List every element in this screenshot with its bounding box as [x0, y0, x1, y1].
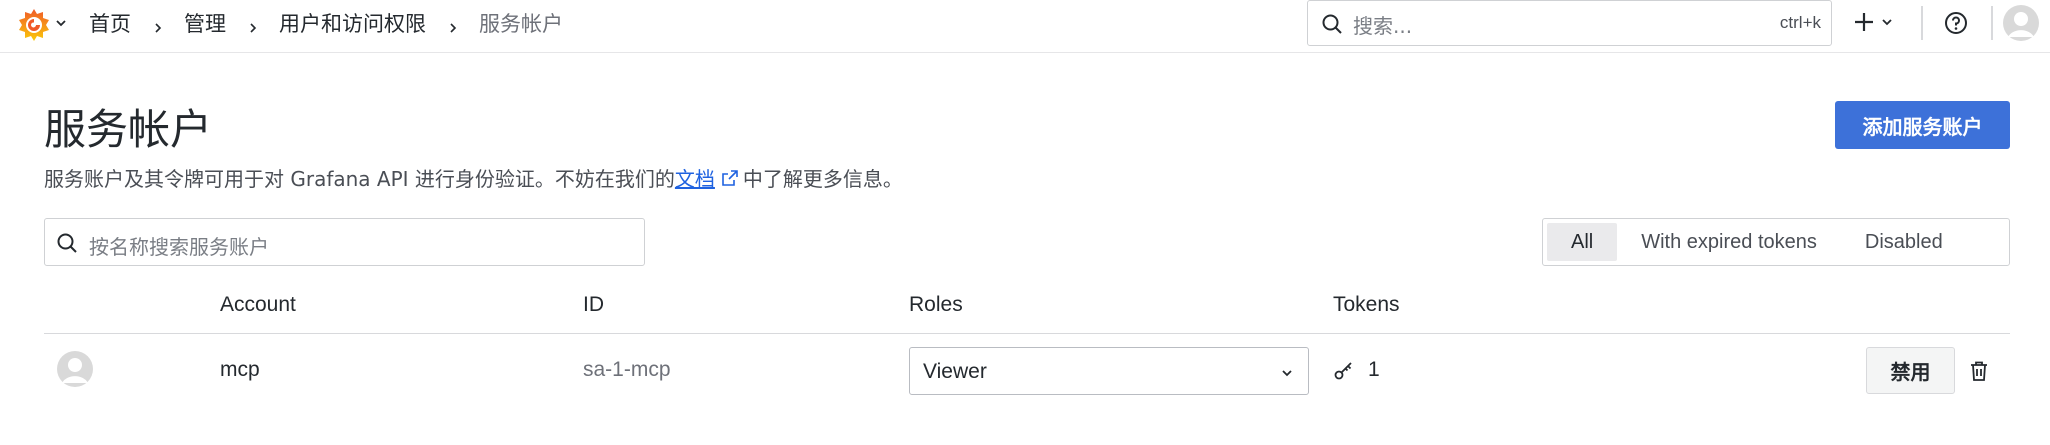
page-title: 服务帐户	[44, 105, 213, 154]
service-account-search-input[interactable]: 按名称搜索服务账户	[44, 218, 645, 266]
add-service-account-button[interactable]: 添加服务账户	[1835, 101, 2010, 149]
search-icon	[1320, 12, 1344, 36]
divider	[1991, 6, 1993, 40]
chevron-down-icon[interactable]	[54, 15, 68, 29]
help-icon[interactable]	[1942, 9, 1970, 37]
role-select[interactable]: Viewer	[909, 347, 1309, 395]
description-text: 服务账户及其令牌可用于对 Grafana API 进行身份验证。不妨在我们的	[44, 167, 675, 191]
breadcrumb-admin[interactable]: 管理	[184, 8, 226, 38]
chevron-down-icon	[1280, 365, 1294, 379]
chevron-right-icon	[446, 16, 460, 33]
filter-all[interactable]: All	[1547, 223, 1618, 261]
status-filter-toggle: All With expired tokens Disabled	[1542, 218, 2010, 266]
column-header-id: ID	[583, 293, 604, 316]
token-count: 1	[1368, 358, 1380, 381]
search-placeholder: 搜索...	[1353, 14, 1413, 38]
external-link-icon[interactable]	[720, 168, 740, 188]
description-text-end: 中了解更多信息。	[742, 167, 903, 191]
filter-disabled[interactable]: Disabled	[1841, 223, 1967, 261]
breadcrumb: 首页 管理 用户和访问权限 服务帐户	[89, 0, 563, 45]
new-menu-button[interactable]	[1850, 8, 1900, 38]
filter-expired-tokens[interactable]: With expired tokens	[1617, 223, 1841, 261]
account-id: sa-1-mcp	[583, 358, 671, 381]
breadcrumb-service-accounts: 服务帐户	[479, 11, 563, 36]
account-name-link[interactable]: mcp	[220, 358, 260, 382]
column-header-account: Account	[220, 293, 296, 316]
search-icon	[55, 231, 79, 255]
search-placeholder: 按名称搜索服务账户	[89, 235, 269, 259]
column-header-roles: Roles	[909, 293, 963, 316]
column-header-tokens: Tokens	[1333, 293, 1400, 316]
grafana-logo-icon[interactable]	[14, 5, 54, 45]
avatar-icon	[56, 350, 94, 388]
chevron-right-icon	[151, 16, 165, 33]
global-search-input[interactable]: 搜索... ctrl+k	[1307, 0, 1832, 46]
top-navbar: 首页 管理 用户和访问权限 服务帐户 搜索... ctrl+k	[0, 0, 2050, 53]
search-shortcut: ctrl+k	[1779, 13, 1821, 32]
role-value: Viewer	[923, 360, 987, 383]
divider	[1921, 6, 1923, 40]
breadcrumb-users-access[interactable]: 用户和访问权限	[279, 8, 426, 38]
trash-icon[interactable]	[1967, 359, 1991, 383]
disable-button[interactable]: 禁用	[1866, 347, 1955, 394]
key-icon	[1333, 359, 1355, 381]
page-description: 服务账户及其令牌可用于对 Grafana API 进行身份验证。不妨在我们的 文…	[44, 163, 903, 192]
docs-link[interactable]: 文档	[675, 163, 715, 192]
table-header-divider	[44, 333, 2010, 334]
chevron-right-icon	[246, 16, 260, 33]
user-avatar-icon[interactable]	[2002, 4, 2040, 42]
breadcrumb-home[interactable]: 首页	[89, 8, 131, 38]
